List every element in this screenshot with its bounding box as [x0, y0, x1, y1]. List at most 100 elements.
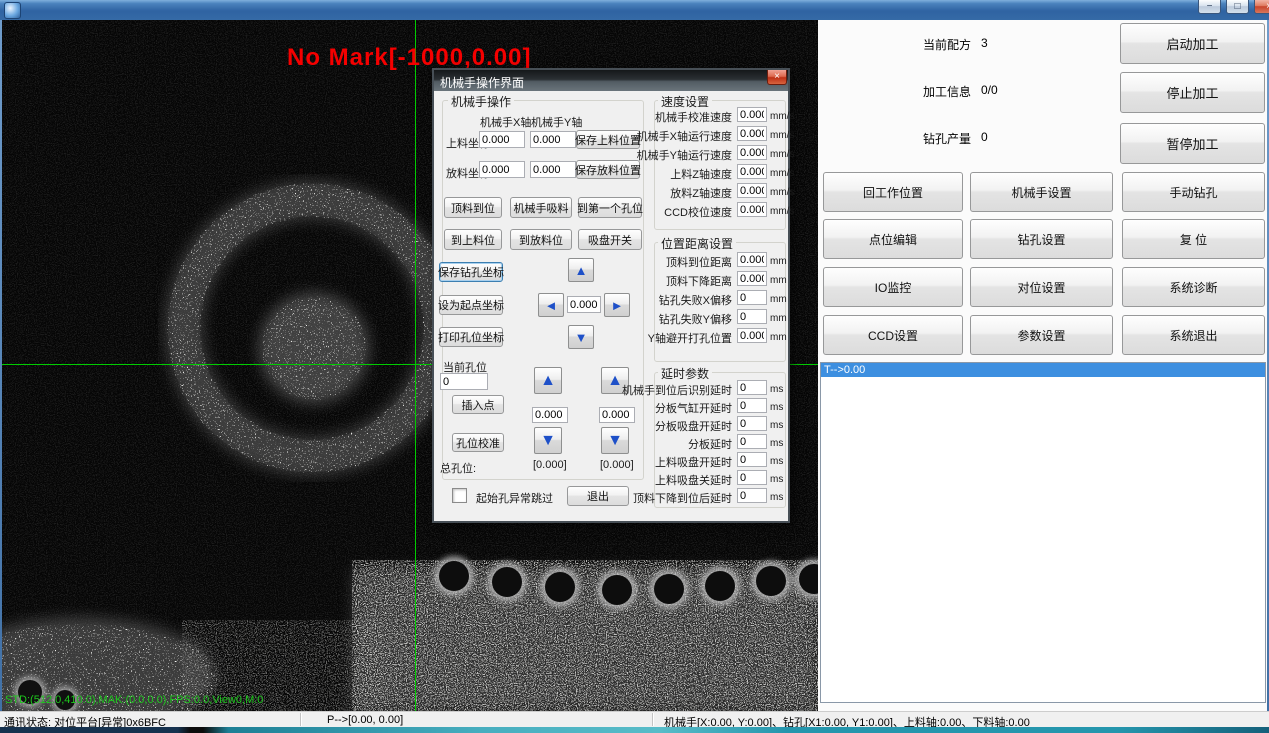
jog-up-button[interactable]: ▲ [568, 258, 594, 282]
grid-button-io-monitor[interactable]: IO监控 [823, 267, 963, 307]
speed-row-input[interactable] [737, 202, 767, 217]
column-b-down-button[interactable]: ▼ [601, 427, 629, 454]
delay-row-input[interactable] [737, 416, 767, 431]
save-drill-coord-button[interactable]: 保存钻孔坐标 [439, 262, 503, 282]
delay-row-label: 上料吸盘开延时 [655, 454, 732, 470]
minimize-button[interactable]: − [1198, 0, 1221, 14]
stop-machining-button[interactable]: 停止加工 [1120, 72, 1265, 113]
load-coord-y-input[interactable] [530, 131, 576, 148]
speed-row-input[interactable] [737, 183, 767, 198]
manipulator-pick-button[interactable]: 机械手吸料 [510, 197, 572, 218]
distance-row-input[interactable] [737, 271, 767, 286]
delay-row-input[interactable] [737, 434, 767, 449]
save-unload-position-button[interactable]: 保存放料位置 [576, 160, 640, 179]
start-machining-button[interactable]: 启动加工 [1120, 23, 1265, 64]
unload-coord-y-input[interactable] [530, 161, 576, 178]
column-a-down-button[interactable]: ▼ [534, 427, 562, 454]
speed-row-input[interactable] [737, 145, 767, 160]
delay-row-input[interactable] [737, 488, 767, 503]
delay-row-label: 分板气缸开延时 [655, 400, 732, 416]
suction-switch-button[interactable]: 吸盘开关 [578, 229, 642, 250]
column-a-value-input[interactable] [532, 407, 568, 423]
app-icon [4, 2, 21, 19]
grid-button-system-diagnosis[interactable]: 系统诊断 [1122, 267, 1265, 307]
distance-row-input[interactable] [737, 290, 767, 305]
speed-row-label: 机械手校准速度 [655, 109, 732, 125]
status-bar: 通讯状态: 对位平台[异常]0x6BFC P-->[0.00, 0.00] 机械… [0, 711, 1269, 728]
push-material-in-place-button[interactable]: 顶料到位 [444, 197, 502, 218]
column-b-total: [0.000] [600, 459, 634, 471]
speed-row-input[interactable] [737, 164, 767, 179]
log-listbox[interactable]: T-->0.00 [820, 362, 1266, 703]
grid-button-ccd-settings[interactable]: CCD设置 [823, 315, 963, 355]
delay-row-input[interactable] [737, 470, 767, 485]
go-unload-position-button[interactable]: 到放料位 [510, 229, 572, 250]
distance-row-label: 钻孔失败X偏移 [659, 292, 732, 308]
delay-group-label: 延时参数 [658, 365, 712, 382]
load-coord-x-input[interactable] [479, 131, 525, 148]
set-origin-coord-button[interactable]: 设为起点坐标 [439, 295, 503, 315]
right-panel: 当前配方 3 启动加工 加工信息 0/0 停止加工 钻孔产量 0 暂停加工 回工… [818, 20, 1267, 711]
delay-row-unit: ms [770, 492, 783, 503]
distance-row-unit: mm [770, 332, 787, 343]
axis-x-header: 机械手X轴 [480, 114, 531, 130]
delay-row-unit: ms [770, 456, 783, 467]
print-hole-coord-button[interactable]: 打印孔位坐标 [439, 327, 503, 347]
go-first-hole-button[interactable]: 到第一个孔位 [578, 197, 642, 218]
speed-row-label: 机械手Y轴运行速度 [637, 147, 732, 163]
current-hole-input[interactable] [440, 373, 488, 390]
distance-row-input[interactable] [737, 328, 767, 343]
log-list-item-selected[interactable]: T-->0.00 [821, 363, 1265, 377]
jog-step-input[interactable] [567, 296, 601, 313]
pause-machining-button[interactable]: 暂停加工 [1120, 123, 1265, 164]
delay-row-unit: ms [770, 384, 783, 395]
distance-row-input[interactable] [737, 252, 767, 267]
skip-abnormal-start-hole-label: 起始孔异常跳过 [476, 490, 553, 506]
grid-button-return-work-position[interactable]: 回工作位置 [823, 172, 963, 212]
distance-row-label: 钻孔失败Y偏移 [659, 311, 732, 327]
delay-row-input[interactable] [737, 452, 767, 467]
distance-row-unit: mm [770, 313, 787, 324]
column-b-value-input[interactable] [599, 407, 635, 423]
jog-left-button[interactable]: ◄ [538, 293, 564, 317]
hole-calibrate-button[interactable]: 孔位校准 [452, 433, 504, 452]
speed-row-unit: mm/s [770, 206, 794, 217]
delay-row-unit: ms [770, 402, 783, 413]
speed-row-input[interactable] [737, 107, 767, 122]
axis-y-header: 机械手Y轴 [531, 114, 582, 130]
grid-button-manual-drill[interactable]: 手动钻孔 [1122, 172, 1265, 212]
speed-row-input[interactable] [737, 126, 767, 141]
delay-row-label: 上料吸盘关延时 [655, 472, 732, 488]
unload-coord-x-input[interactable] [479, 161, 525, 178]
distance-row-label: 顶料到位距离 [666, 254, 732, 270]
position-status-text: P-->[0.00, 0.00] [327, 714, 403, 726]
crosshair-vertical-line [415, 20, 416, 711]
go-load-position-button[interactable]: 到上料位 [444, 229, 502, 250]
speed-row-unit: mm/s [770, 130, 794, 141]
delay-row-unit: ms [770, 420, 783, 431]
exit-button[interactable]: 退出 [567, 486, 629, 506]
distance-row-input[interactable] [737, 309, 767, 324]
grid-button-point-edit[interactable]: 点位编辑 [823, 219, 963, 259]
delay-row-input[interactable] [737, 398, 767, 413]
dialog-titlebar[interactable]: 机械手操作界面 [434, 70, 788, 91]
save-load-position-button[interactable]: 保存上料位置 [576, 130, 640, 149]
jog-right-button[interactable]: ► [604, 293, 630, 317]
jog-down-button[interactable]: ▼ [568, 325, 594, 349]
grid-button-reset[interactable]: 复 位 [1122, 219, 1265, 259]
delay-row-input[interactable] [737, 380, 767, 395]
grid-button-parameter-settings[interactable]: 参数设置 [970, 315, 1113, 355]
grid-button-drill-settings[interactable]: 钻孔设置 [970, 219, 1113, 259]
dialog-close-button[interactable]: × [767, 70, 787, 85]
skip-abnormal-start-hole-checkbox[interactable] [452, 488, 467, 503]
status-separator [300, 713, 301, 726]
speed-row-label: CCD校位速度 [664, 204, 732, 220]
insert-point-button[interactable]: 插入点 [452, 395, 504, 414]
grid-button-alignment-settings[interactable]: 对位设置 [970, 267, 1113, 307]
grid-button-manipulator-settings[interactable]: 机械手设置 [970, 172, 1113, 212]
column-a-up-button[interactable]: ▲ [534, 367, 562, 394]
grid-button-system-exit[interactable]: 系统退出 [1122, 315, 1265, 355]
close-button[interactable]: × [1254, 0, 1269, 14]
taskbar-edge [0, 727, 1269, 733]
maximize-button[interactable]: □ [1226, 0, 1249, 14]
